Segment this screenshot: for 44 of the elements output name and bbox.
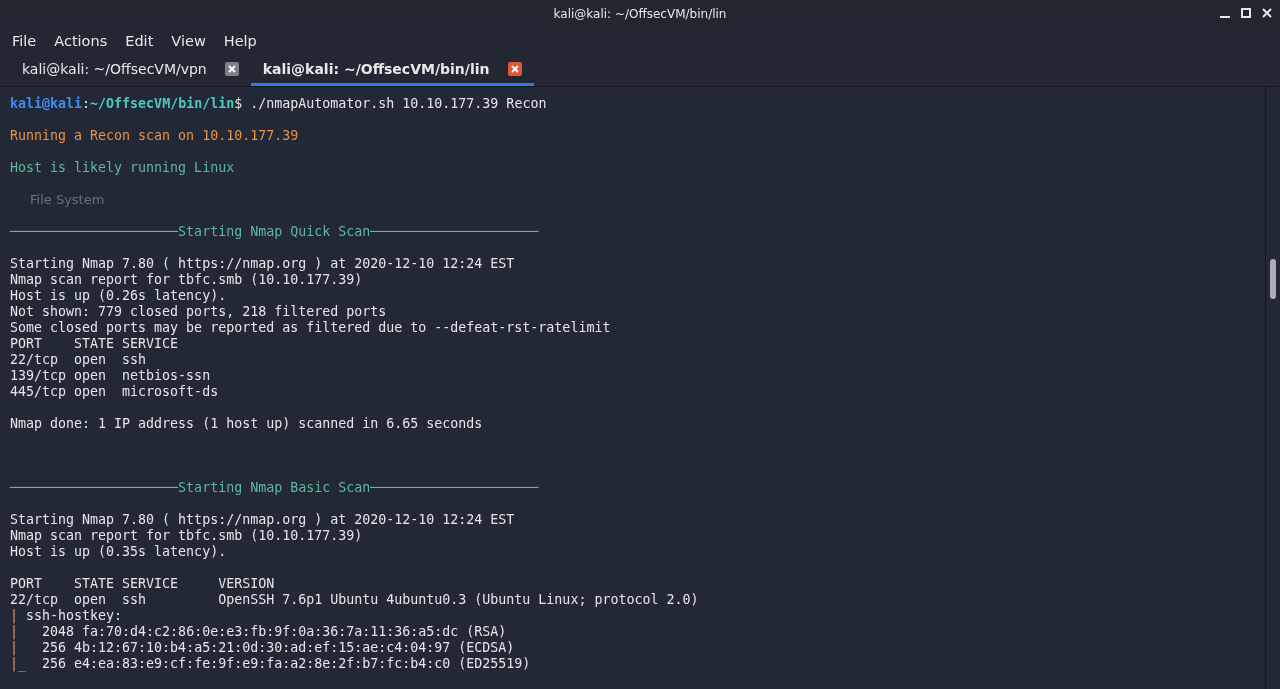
terminal-line: Host is up (0.26s latency). [10, 288, 227, 303]
scrollbar-thumb[interactable] [1270, 259, 1276, 299]
terminal-line: Nmap done: 1 IP address (1 host up) scanned in 6.65 seconds [10, 416, 483, 431]
terminal-line: PORT STATE SERVICE VERSION [10, 576, 275, 591]
terminal-text: 2048 fa:70:d4:c2:86:0e:e3:fb:9f:0a:36:7a:11:36:a5:dc (RSA) [41, 624, 507, 639]
terminal-line: ─────────────────────Starting Nmap Quick Scan───────────────────── [10, 224, 539, 239]
output-prefix-text: | [10, 640, 18, 655]
terminal-line: ─────────────────────Starting Nmap Basic Scan───────────────────── [10, 480, 539, 495]
terminal-line: Host is likely running Linux [10, 160, 235, 175]
terminal-line: 139/tcp open netbios-ssn [10, 368, 211, 383]
close-icon[interactable] [1262, 8, 1272, 18]
terminal-text: 256 e4:ea:83:e9:cf:fe:9f:e9:fa:a2:8e:2f:b7:fc:b4:c0 (ED25519) [41, 656, 531, 671]
maximize-icon[interactable] [1241, 8, 1251, 18]
menu-item[interactable]: Help [223, 33, 257, 49]
terminal-line: Running a Recon scan on 10.10.177.39 [10, 128, 299, 143]
output-prefix-text: | [10, 608, 18, 623]
prompt-user: kali@kali [10, 96, 83, 111]
terminal-text: ssh-hostkey: [25, 608, 123, 623]
desktop-icon-label: File System [30, 192, 105, 207]
menu-item[interactable]: Actions [54, 33, 108, 49]
menu-item[interactable]: File [12, 33, 37, 49]
terminal-line: 22/tcp open ssh OpenSSH 7.6p1 Ubuntu 4ubuntu0.3 (Ubuntu Linux; protocol 2.0) [10, 592, 699, 607]
prompt-path: ~/OffsecVM/bin/lin [90, 96, 235, 111]
terminal-line: Some closed ports may be reported as filtered due to --defeat-rst-ratelimit [10, 320, 611, 335]
terminal-text: : [82, 96, 91, 111]
terminal-line: 22/tcp open ssh [10, 352, 147, 367]
terminal-line: PORT STATE SERVICE [10, 336, 179, 351]
terminal-line: Nmap scan report for tbfc.smb (10.10.177.39) [10, 272, 363, 287]
window-title: kali@kali: ~/OffsecVM/bin/lin [553, 7, 727, 21]
tab-close-icon[interactable] [224, 61, 239, 76]
output-prefix-text: |_ [10, 656, 26, 671]
tab[interactable]: kali@kali: ~/OffsecVM/vpn [10, 54, 251, 86]
menu-item[interactable]: Edit [125, 33, 154, 49]
terminal-text: 256 4b:12:67:10:b4:a5:21:0d:30:ad:ef:15:ae:c4:04:97 (ECDSA) [41, 640, 515, 655]
terminal-line: 445/tcp open microsoft-ds [10, 384, 219, 399]
terminal-line: Nmap scan report for tbfc.smb (10.10.177.39) [10, 528, 363, 543]
menu-item[interactable]: View [171, 33, 206, 49]
output-prefix-text: | [10, 624, 18, 639]
terminal-line: Host is up (0.35s latency). [10, 544, 227, 559]
terminal-line: Starting Nmap 7.80 ( https://nmap.org ) at 2020-12-10 12:24 EST [10, 512, 515, 527]
terminal-line: Not shown: 779 closed ports, 218 filtered ports [10, 304, 387, 319]
terminal-line: Starting Nmap 7.80 ( https://nmap.org ) at 2020-12-10 12:24 EST [10, 256, 515, 271]
tab-close-icon[interactable] [507, 61, 522, 76]
terminal-text: $ ./nmapAutomator.sh 10.10.177.39 Recon [234, 96, 547, 111]
